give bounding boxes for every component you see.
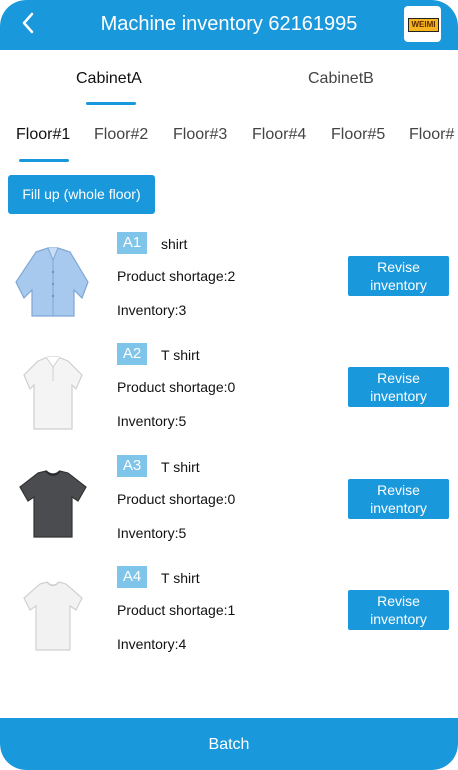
phone-screen: Machine inventory 62161995 WEIMI Cabinet… [0,0,458,770]
slot-badge: A4 [117,566,147,588]
white-tshirt-image [23,581,83,651]
inventory-count: Inventory:3 [117,302,187,318]
tab-cabinet-a[interactable]: CabinetA [76,70,142,88]
revise-inventory-button[interactable]: Revise inventory [348,256,449,296]
inventory-count: Inventory:5 [117,525,187,541]
tab-floor-1[interactable]: Floor#1 [16,126,70,144]
slot-badge: A1 [117,232,147,254]
cabinet-tab-indicator [86,102,136,105]
product-shortage: Product shortage:0 [117,379,236,395]
brand-logo-mark: WEIMI [408,18,439,32]
revise-inventory-button[interactable]: Revise inventory [348,479,449,519]
fill-up-whole-floor-button[interactable]: Fill up (whole floor) [8,175,155,214]
tab-floor-6[interactable]: Floor# [409,126,454,144]
brand-logo: WEIMI [404,6,441,42]
list-item: A3 T shirt Product shortage:0 Inventory:… [0,455,458,565]
chevron-left-icon [22,12,34,34]
white-polo-image [23,356,83,430]
product-shortage: Product shortage:0 [117,491,236,507]
inventory-count: Inventory:4 [117,636,187,652]
revise-inventory-button[interactable]: Revise inventory [348,590,449,630]
slot-badge: A3 [117,455,147,477]
product-name: T shirt [161,570,200,586]
header-bar: Machine inventory 62161995 WEIMI [0,0,458,50]
product-shortage: Product shortage:2 [117,268,236,284]
revise-inventory-button[interactable]: Revise inventory [348,367,449,407]
dark-tshirt-image [19,470,87,538]
batch-button[interactable]: Batch [0,718,458,770]
product-name: shirt [161,236,188,252]
product-name: T shirt [161,347,200,363]
tab-floor-4[interactable]: Floor#4 [252,126,306,144]
product-shortage: Product shortage:1 [117,602,236,618]
blue-shirt-image [15,247,89,317]
inventory-count: Inventory:5 [117,413,187,429]
list-item: A4 T shirt Product shortage:1 Inventory:… [0,566,458,676]
cabinet-tabs: CabinetA CabinetB [0,56,458,104]
tab-floor-2[interactable]: Floor#2 [94,126,148,144]
tab-floor-3[interactable]: Floor#3 [173,126,227,144]
list-item: A1 shirt Product shortage:2 Inventory:3 … [0,232,458,342]
slot-badge: A2 [117,343,147,365]
tab-floor-5[interactable]: Floor#5 [331,126,385,144]
product-name: T shirt [161,459,200,475]
back-button[interactable] [14,8,44,38]
list-item: A2 T shirt Product shortage:0 Inventory:… [0,343,458,453]
batch-label: Batch [208,736,250,753]
tab-cabinet-b[interactable]: CabinetB [308,70,374,88]
page-title: Machine inventory 62161995 [100,13,358,35]
floor-tabs: Floor#1 Floor#2 Floor#3 Floor#4 Floor#5 … [0,116,458,164]
floor-tab-indicator [19,159,69,162]
